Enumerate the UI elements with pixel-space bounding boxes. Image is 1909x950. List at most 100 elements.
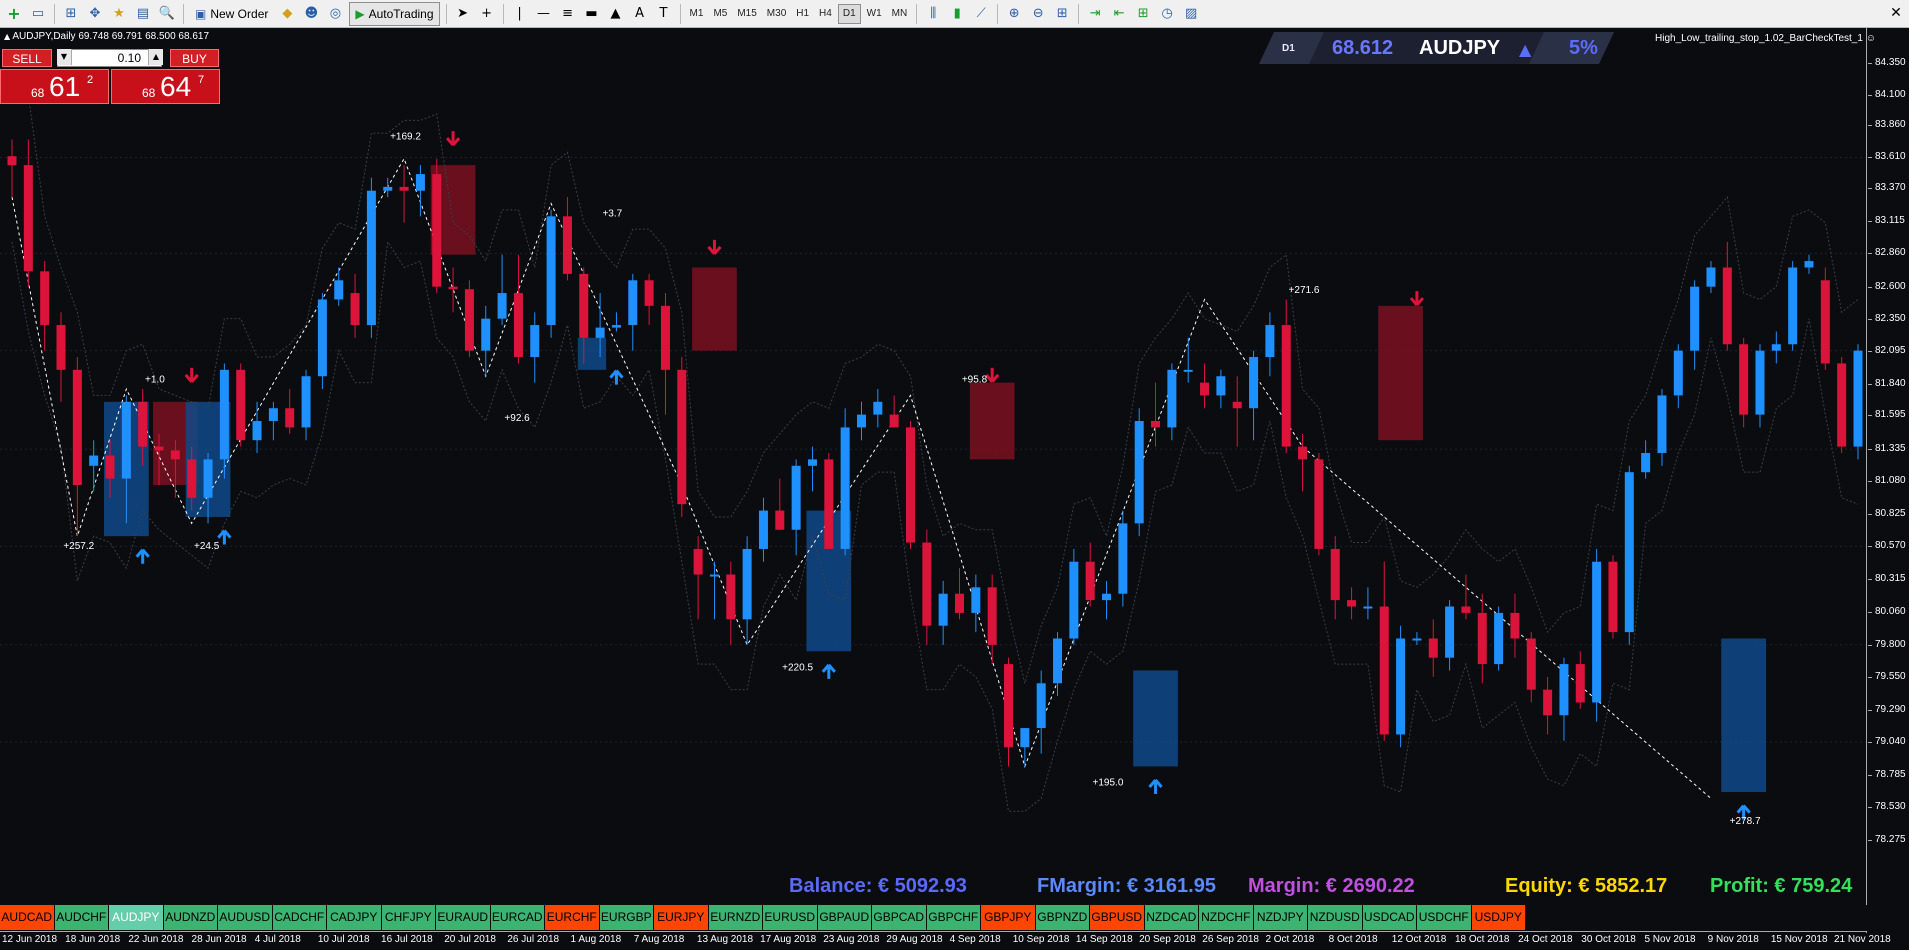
new-chart-icon[interactable]: + [4,4,24,24]
timeframe-m30[interactable]: M30 [763,5,790,23]
symbol-button-gbpnzd[interactable]: GBPNZD [1035,905,1090,930]
metaeditor-icon[interactable]: ◆ [277,4,297,24]
symbol-button-gbpusd[interactable]: GBPUSD [1090,905,1145,930]
timeframe-m15[interactable]: M15 [733,5,760,23]
lot-increase-icon[interactable]: ▲ [148,49,163,65]
candle-body [693,548,703,575]
symbol-button-audnzd[interactable]: AUDNZD [163,905,218,930]
symbol-button-gbpaud[interactable]: GBPAUD [817,905,872,930]
vertical-line-icon[interactable]: | [510,4,530,24]
auto-scroll-icon[interactable]: ⇥ [1085,4,1105,24]
tile-windows-icon[interactable]: ⊞ [1052,4,1072,24]
candle-body [1559,664,1569,716]
cursor-icon[interactable]: ➤ [453,4,473,24]
lot-decrease-icon[interactable]: ▼ [57,49,72,65]
candle-body [399,186,409,191]
symbol-button-gbpchf[interactable]: GBPCHF [926,905,981,930]
profiles-icon[interactable]: ▭ [28,4,48,24]
symbol-button-eurjpy[interactable]: EURJPY [654,905,709,930]
symbol-button-eurusd[interactable]: EURUSD [763,905,818,930]
vps-icon[interactable]: ◎ [325,4,345,24]
new-order-button[interactable]: ▣ New Order [190,3,273,25]
symbol-button-eurnzd[interactable]: EURNZD [708,905,763,930]
date-axis-label: 9 Nov 2018 [1707,934,1759,945]
terminal-icon[interactable]: ▤ [133,4,153,24]
indicators-icon[interactable]: ⊞ [1133,4,1153,24]
periods-icon[interactable]: ◷ [1157,4,1177,24]
timeframe-m5[interactable]: M5 [709,5,731,23]
timeframe-h4[interactable]: H4 [815,5,836,23]
symbol-button-audjpy[interactable]: AUDJPY [109,905,164,930]
candle-body [1428,638,1438,658]
candle-body [840,427,850,549]
symbol-button-usdcad[interactable]: USDCAD [1362,905,1417,930]
symbol-button-euraud[interactable]: EURAUD [436,905,491,930]
symbol-button-gbpjpy[interactable]: GBPJPY [981,905,1036,930]
timeframe-w1[interactable]: W1 [863,5,886,23]
channel-icon[interactable]: ▬ [582,4,602,24]
symbol-button-nzdjpy[interactable]: NZDJPY [1253,905,1308,930]
chart-shift-icon[interactable]: ⇤ [1109,4,1129,24]
candle-body [236,369,246,441]
sell-price-prefix: 68 [31,86,45,100]
sell-button[interactable]: SELL [2,49,52,67]
candle-body [219,369,229,460]
symbol-button-usdchf[interactable]: USDCHF [1417,905,1472,930]
symbol-button-eurgbp[interactable]: EURGBP [599,905,654,930]
timeframe-m1[interactable]: M1 [686,5,708,23]
candle-body [334,280,344,300]
symbol-button-cadchf[interactable]: CADCHF [272,905,327,930]
symbol-button-chfjpy[interactable]: CHFJPY [381,905,436,930]
timeframe-h1[interactable]: H1 [792,5,813,23]
candle-body [1673,350,1683,396]
symbol-button-usdjpy[interactable]: USDJPY [1471,905,1526,930]
symbol-button-nzdcad[interactable]: NZDCAD [1144,905,1199,930]
zoom-in-icon[interactable]: ⊕ [1004,4,1024,24]
symbol-button-nzdchf[interactable]: NZDCHF [1199,905,1254,930]
trendline-icon[interactable]: ≡ [558,4,578,24]
symbol-button-cadjpy[interactable]: CADJPY [327,905,382,930]
sell-price-point: 2 [87,74,94,86]
signals-icon[interactable]: ☻ [301,4,321,24]
text-label-icon[interactable]: T [654,4,674,24]
strategy-tester-icon[interactable]: 🔍 [157,4,177,24]
bar-chart-icon[interactable]: ⫼ [923,4,943,24]
symbol-button-audchf[interactable]: AUDCHF [54,905,109,930]
text-icon[interactable]: A [630,4,650,24]
sell-price-button[interactable]: 68 61 2 [0,69,109,104]
templates-icon[interactable]: ▨ [1181,4,1201,24]
candlestick-icon[interactable]: ▮ [947,4,967,24]
price-chart[interactable]: +257.2 +1.0 +24.5 +169.2 +92.6 +3.7 +220.5 +95.… [0,28,1909,950]
date-axis-label: 23 Aug 2018 [823,934,880,945]
line-chart-icon[interactable]: ⟋ [971,4,991,24]
symbol-button-audcad[interactable]: AUDCAD [0,905,55,930]
symbol-button-eurchf[interactable]: EURCHF [545,905,600,930]
symbol-button-eurcad[interactable]: EURCAD [490,905,545,930]
signal-annotation: +1.0 [145,375,165,386]
lot-size-input[interactable]: 0.10 [57,49,162,67]
horizontal-line-icon[interactable]: — [534,4,554,24]
grid-lines [0,156,1866,743]
candle-body [824,459,834,549]
candle-body [1216,376,1226,396]
buy-button[interactable]: BUY [170,49,219,67]
close-icon[interactable]: ✕ [1887,4,1905,22]
symbol-button-audusd[interactable]: AUDUSD [218,905,273,930]
timeframe-d1[interactable]: D1 [837,3,861,24]
buy-price-button[interactable]: 68 64 7 [111,69,220,104]
candle-body [1706,267,1716,287]
signal-annotation: +3.7 [602,208,622,219]
price-axis-label: 82.350 [1875,312,1906,324]
autotrading-button[interactable]: ▶ AutoTrading [349,1,440,26]
price-axis-tick [1868,448,1872,450]
symbol-button-gbpcad[interactable]: GBPCAD [872,905,927,930]
candle-body [1804,261,1814,268]
symbol-button-nzdusd[interactable]: NZDUSD [1308,905,1363,930]
zoom-out-icon[interactable]: ⊖ [1028,4,1048,24]
crosshair-icon[interactable]: + [477,4,497,24]
data-window-icon[interactable]: ✥ [85,4,105,24]
timeframe-mn[interactable]: MN [888,5,912,23]
market-watch-icon[interactable]: ⊞ [61,4,81,24]
navigator-icon[interactable]: ★ [109,4,129,24]
shapes-icon[interactable]: ▲ [606,4,626,24]
